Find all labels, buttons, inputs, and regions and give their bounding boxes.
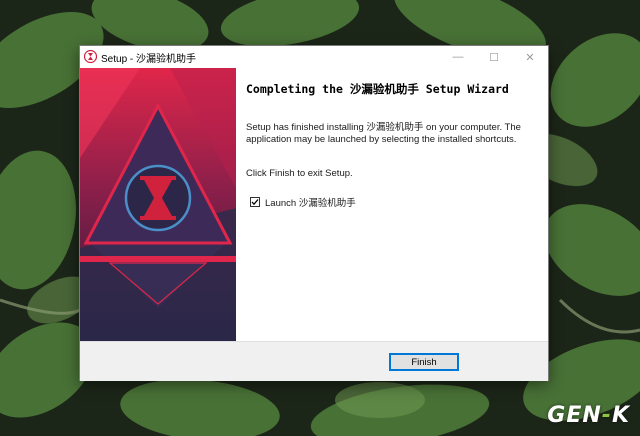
finish-button[interactable]: Finish xyxy=(389,353,459,371)
close-button[interactable]: ✕ xyxy=(512,46,548,68)
wizard-footer: Finish xyxy=(80,341,548,381)
page-title: Completing the 沙漏验机助手 Setup Wizard xyxy=(246,82,509,96)
launch-app-checkbox-row[interactable]: Launch 沙漏验机助手 xyxy=(250,195,356,209)
hourglass-icon xyxy=(84,50,97,63)
exit-instruction: Click Finish to exit Setup. xyxy=(246,168,353,179)
setup-wizard-window: Setup - 沙漏验机助手 — ☐ ✕ Completing the 沙漏验机… xyxy=(79,45,549,381)
maximize-button[interactable]: ☐ xyxy=(476,46,512,68)
close-icon: ✕ xyxy=(525,51,535,64)
title-bar[interactable]: Setup - 沙漏验机助手 — ☐ ✕ xyxy=(80,46,548,68)
minimize-button[interactable]: — xyxy=(440,46,476,68)
maximize-icon: ☐ xyxy=(489,51,499,64)
wizard-banner-image xyxy=(80,68,236,341)
genk-watermark: GEN-K xyxy=(547,403,630,428)
check-icon xyxy=(251,199,259,206)
launch-app-checkbox[interactable] xyxy=(250,197,260,207)
minimize-icon: — xyxy=(452,51,464,63)
install-description: Setup has finished installing 沙漏验机助手 on … xyxy=(246,122,521,145)
launch-app-label: Launch 沙漏验机助手 xyxy=(265,198,356,209)
window-title: Setup - 沙漏验机助手 xyxy=(101,54,197,65)
